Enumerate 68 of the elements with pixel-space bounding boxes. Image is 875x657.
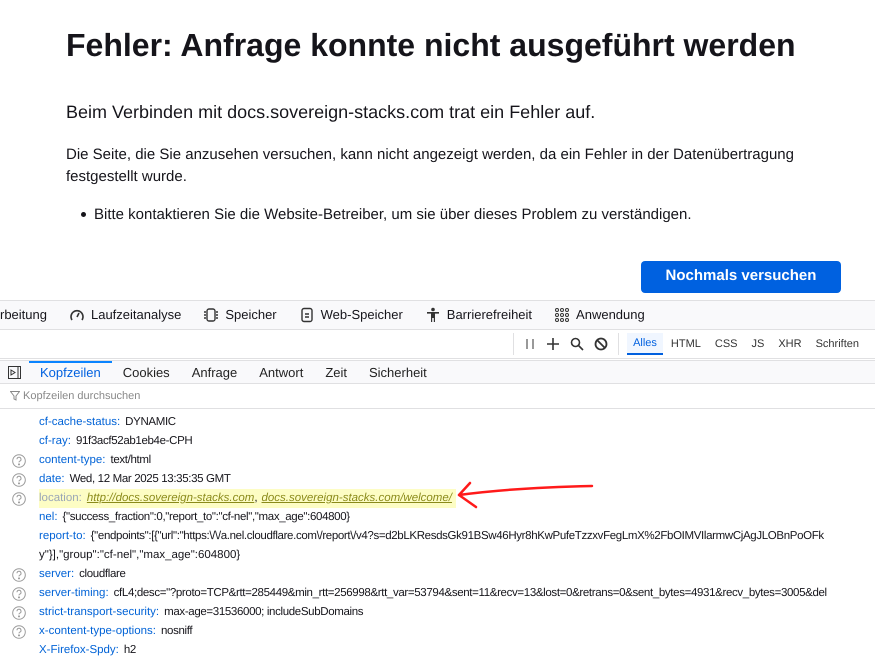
header-name: server:	[39, 567, 74, 582]
block-icon[interactable]	[594, 337, 608, 351]
help-icon[interactable]	[12, 586, 26, 600]
type-filter[interactable]: Schriften	[810, 333, 865, 355]
header-value: {"success_fraction":0,"report_to":"cf-nel","max_age":604800}	[62, 510, 350, 525]
devtools-tab[interactable]: rbeitung	[0, 305, 47, 325]
header-value: 91f3acf52ab1eb4e-CPH	[76, 434, 192, 449]
person-icon	[424, 307, 441, 323]
filter-icon	[10, 391, 20, 401]
devtools-tab[interactable]: Barrierefreiheit	[424, 305, 532, 325]
header-name: cf-ray:	[39, 434, 71, 449]
detail-tab[interactable]: Antwort	[248, 361, 314, 383]
bullet-icon	[81, 212, 86, 217]
header-value: h2	[124, 643, 136, 657]
error-lead: Beim Verbinden mit docs.sovereign-stacks.com trat ein Fehler auf.	[66, 101, 596, 124]
type-filter[interactable]: Alles	[627, 333, 663, 355]
header-name: cf-cache-status:	[39, 415, 120, 430]
header-value: cloudflare	[79, 567, 126, 582]
help-icon[interactable]	[12, 472, 26, 486]
chip-icon	[203, 307, 220, 323]
header-name: X-Firefox-Spdy:	[39, 643, 119, 657]
devtools-tab[interactable]: Anwendung	[554, 305, 645, 325]
error-description: Die Seite, die Sie anzusehen versuchen, kann nicht angezeigt werden, da ein Fehler in der Datenübertragung festgestellt wurde.	[66, 145, 795, 187]
header-name: server-timing:	[39, 586, 109, 601]
help-icon[interactable]	[12, 624, 26, 638]
header-value: Wed, 12 Mar 2025 13:35:35 GMT	[70, 472, 231, 487]
type-filter[interactable]: JS	[746, 333, 770, 355]
header-name: location:	[39, 491, 82, 506]
detail-tab[interactable]: Zeit	[314, 361, 358, 383]
plus-icon[interactable]	[546, 337, 560, 351]
header-name: content-type:	[39, 453, 106, 468]
grid-icon	[554, 307, 570, 323]
detail-tab[interactable]: Anfrage	[180, 361, 248, 383]
header-value: max-age=31536000; includeSubDomains	[164, 605, 364, 620]
search-icon[interactable]	[570, 337, 584, 351]
error-title: Fehler: Anfrage konnte nicht ausgeführt werden	[66, 26, 797, 64]
comma-separator: ,	[254, 491, 258, 506]
type-filter[interactable]: XHR	[772, 333, 808, 355]
help-icon[interactable]	[12, 454, 26, 468]
header-name: x-content-type-options:	[39, 624, 156, 639]
help-icon[interactable]	[12, 492, 26, 506]
gauge-icon	[68, 307, 85, 323]
header-value: cfL4;desc="?proto=TCP&rtt=285449&min_rtt=256998&rtt_var=53794&sent=11&recv=13&lost=0&retrans=0&sent_bytes=4931&recv_bytes=3005&del	[114, 586, 827, 601]
detail-tab[interactable]: Kopfzeilen	[29, 361, 112, 383]
detail-tab[interactable]: Sicherheit	[358, 361, 438, 383]
header-value: {"endpoints":[{"url":"https:\/\/a.nel.cloudflare.com\/report\/v4?s=d2bLKResdsGk91BSw46Hyr8hKwPufeTzzxvFegLmX%2FbOIMVIlarmwCjAgJLOBnPoOFk	[90, 529, 824, 544]
header-name: strict-transport-security:	[39, 605, 160, 620]
header-name: date:	[39, 472, 65, 487]
type-filter[interactable]: CSS	[708, 333, 744, 355]
detail-tab[interactable]: Cookies	[112, 361, 181, 383]
help-icon[interactable]	[12, 606, 26, 620]
header-value: y"}],"group":"cf-nel","max_age":604800}	[39, 548, 242, 563]
pause-icon[interactable]	[524, 338, 536, 350]
help-icon[interactable]	[12, 568, 26, 582]
type-filter[interactable]: HTML	[664, 333, 707, 355]
document-icon	[298, 307, 315, 323]
devtools-tab[interactable]: Speicher	[203, 305, 277, 325]
header-value: DYNAMIC	[125, 415, 176, 430]
retry-button[interactable]: Nochmals versuchen	[641, 260, 841, 292]
header-value: text/html	[110, 453, 151, 468]
header-name: report-to:	[39, 529, 86, 544]
header-value: nosniff	[160, 624, 192, 639]
sidebar-toggle-icon[interactable]	[8, 366, 21, 378]
bullet-text: Bitte kontaktieren Sie die Website-Betreiber, um sie über dieses Problem zu verständigen.	[94, 204, 841, 226]
devtools-tab[interactable]: Web-Speicher	[298, 305, 403, 325]
devtools-tab[interactable]: Laufzeitanalyse	[68, 305, 182, 325]
header-name: nel:	[39, 510, 58, 525]
search-field[interactable]: Kopfzeilen durchsuchen	[23, 388, 323, 404]
